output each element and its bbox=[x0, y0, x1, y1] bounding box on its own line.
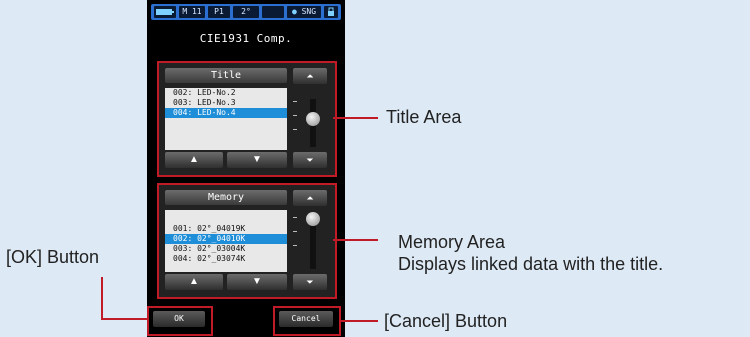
memory-panel-header: Memory bbox=[165, 190, 287, 205]
up-triangle-icon: ▲ bbox=[189, 154, 199, 165]
list-item[interactable]: 002: LED-No.2 bbox=[165, 88, 287, 98]
title-list[interactable]: 002: LED-No.2 003: LED-No.3 004: LED-No.… bbox=[165, 88, 287, 150]
down-triangle-icon: ▼ bbox=[252, 154, 262, 165]
memory-area-callout-line bbox=[333, 239, 378, 241]
title-area-callout-line bbox=[333, 117, 378, 119]
double-up-arrow-icon: ⏶ bbox=[306, 193, 314, 203]
title-area: Title ⏶ 002: LED-No.2 003: LED-No.3 004:… bbox=[157, 61, 337, 177]
ok-callout-line-h bbox=[101, 318, 148, 320]
meter-screen: M 11 P1 2° ● SNG CIE1931 Comp. Title ⏶ 0… bbox=[147, 0, 345, 337]
ok-button-label: [OK] Button bbox=[6, 247, 100, 267]
scroll-tick bbox=[293, 101, 297, 102]
list-item[interactable]: 003: 02°_03004K bbox=[165, 244, 287, 254]
scroll-tick bbox=[293, 231, 297, 232]
scroll-tick bbox=[293, 245, 297, 246]
scroll-tick bbox=[293, 115, 297, 116]
title-down-button[interactable]: ▼ bbox=[227, 152, 287, 168]
double-down-arrow-icon: ⏷ bbox=[306, 277, 314, 287]
cancel-callout-line bbox=[340, 320, 378, 322]
memory-scroll-bottom-button[interactable]: ⏷ bbox=[293, 274, 327, 290]
status-empty bbox=[262, 6, 284, 18]
ok-button[interactable]: OK bbox=[153, 311, 205, 327]
dot-icon: ● bbox=[291, 7, 297, 16]
scroll-tick bbox=[293, 217, 297, 218]
list-item[interactable]: 001: 02°_04019K bbox=[165, 224, 287, 234]
list-item-selected[interactable]: 002: 02°_04010K bbox=[165, 234, 287, 244]
status-measure-mode: ● SNG bbox=[287, 6, 321, 18]
memory-area-label: Memory Area bbox=[398, 232, 506, 252]
down-triangle-icon: ▼ bbox=[252, 276, 262, 287]
memory-down-button[interactable]: ▼ bbox=[227, 274, 287, 290]
list-item[interactable]: 004: 02°_03074K bbox=[165, 254, 287, 264]
memory-scroll-thumb[interactable] bbox=[306, 212, 320, 226]
scroll-tick bbox=[293, 129, 297, 130]
double-down-arrow-icon: ⏷ bbox=[306, 155, 314, 165]
memory-list[interactable]: 001: 02°_04019K 002: 02°_04010K 003: 02°… bbox=[165, 210, 287, 272]
memory-area-description: Displays linked data with the title. bbox=[398, 254, 664, 274]
memory-area: Memory ⏶ 001: 02°_04019K 002: 02°_04010K… bbox=[157, 183, 337, 299]
title-up-button[interactable]: ▲ bbox=[165, 152, 223, 168]
status-mode: M 11 bbox=[179, 6, 205, 18]
scroll-top-button[interactable]: ⏶ bbox=[293, 68, 327, 84]
screen-title: CIE1931 Comp. bbox=[199, 32, 293, 45]
status-preset: P1 bbox=[208, 6, 230, 18]
title-area-label: Title Area bbox=[386, 107, 462, 127]
memory-up-button[interactable]: ▲ bbox=[165, 274, 223, 290]
battery-icon bbox=[154, 6, 176, 18]
up-triangle-icon: ▲ bbox=[189, 276, 199, 287]
list-item-selected[interactable]: 004: LED-No.4 bbox=[165, 108, 287, 118]
cancel-button-label: [Cancel] Button bbox=[384, 311, 508, 331]
title-scroll-thumb[interactable] bbox=[306, 112, 320, 126]
status-angle: 2° bbox=[233, 6, 259, 18]
status-bar: M 11 P1 2° ● SNG bbox=[151, 4, 341, 20]
ok-callout-line-v bbox=[101, 277, 103, 320]
cancel-button[interactable]: Cancel bbox=[279, 311, 333, 327]
lock-icon bbox=[324, 6, 338, 18]
memory-scroll-top-button[interactable]: ⏶ bbox=[293, 190, 327, 206]
double-up-arrow-icon: ⏶ bbox=[306, 71, 314, 81]
scroll-bottom-button[interactable]: ⏷ bbox=[293, 152, 327, 168]
list-item[interactable]: 003: LED-No.3 bbox=[165, 98, 287, 108]
title-panel-header: Title bbox=[165, 68, 287, 83]
